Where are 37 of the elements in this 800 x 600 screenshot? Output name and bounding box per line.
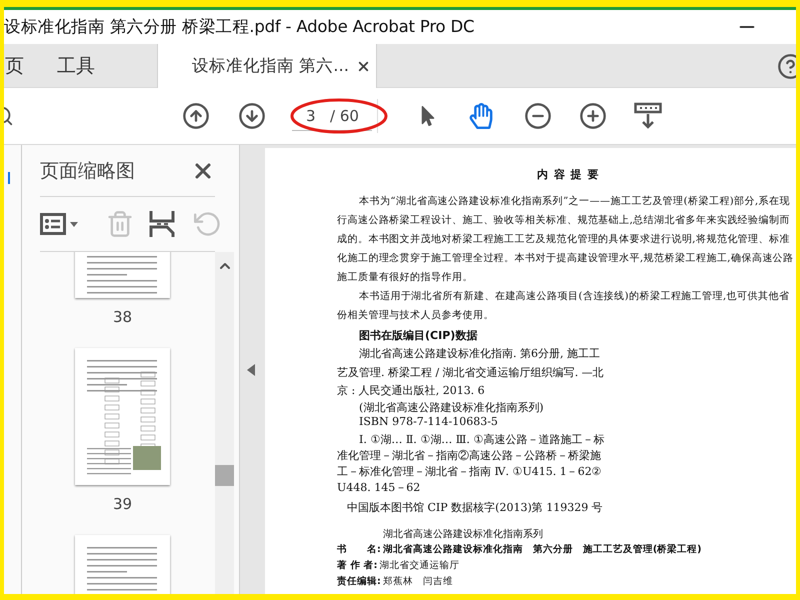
credit-label: 书 名: (337, 542, 381, 556)
cip-entry: 湖北省高速公路建设标准化指南. 第6分册, 施工工艺及管理. 桥梁工程 / 湖北省交通运输厅组织编写. —北京 : 人民交通出版社, 2013. 6 (337, 346, 605, 399)
extract-pages-icon[interactable] (148, 209, 176, 239)
window-title: 设标准化指南 第六分册 桥梁工程.pdf - Adobe Acrobat Pro DC (4, 16, 474, 38)
cip-number: 中国版本图书馆 CIP 数据核字(2013)第 119329 号 (347, 500, 603, 516)
help-icon[interactable] (777, 53, 796, 80)
series-note: (湖北省高速公路建设标准化指南系列) (359, 400, 544, 414)
hand-tool-icon[interactable] (468, 103, 494, 129)
credit-value: 郑蕉林 闫吉维 (382, 574, 453, 588)
panel-title: 页面缩略图 (40, 158, 135, 184)
collapse-arrow-icon[interactable] (247, 364, 255, 376)
zoom-in-icon[interactable] (579, 102, 607, 130)
tab[interactable]: 设标准化指南 第六... (157, 44, 377, 88)
previous-page-icon[interactable] (182, 102, 210, 130)
credit-value: 湖北省交通运输厅 (379, 558, 460, 572)
series-title: 湖北省高速公路建设标准化指南系列 (383, 528, 543, 542)
page-number: 39 (112, 495, 132, 513)
tab[interactable]: 工具 (56, 44, 95, 87)
isbn-text: ISBN 978-7-114-10683-5 (359, 414, 498, 428)
section-heading: 内 容 提 要 (537, 168, 600, 182)
page-thumbnail[interactable] (75, 348, 170, 485)
page-number: 38 (112, 308, 132, 326)
options-icon[interactable] (40, 213, 78, 235)
tab[interactable]: 页 (4, 44, 24, 87)
scrollbar-thumb[interactable] (215, 465, 234, 486)
classification-text: Ⅰ. ①湖… Ⅱ. ①湖… Ⅲ. ①高速公路－道路施工－标准化管理－湖北省－指南②高速公路－公路桥－桥梁施工－标准化管理－湖北省－指南 Ⅳ. ①U415. 1－62②U448. 145－62 (337, 432, 605, 496)
next-page-icon[interactable] (238, 102, 266, 130)
scroll-mode-icon[interactable] (634, 102, 662, 130)
credit-label: 著 作 者: (337, 558, 378, 572)
zoom-out-icon[interactable] (524, 102, 552, 130)
paragraph: 本书适用于湖北省所有新建、在建高速公路项目(含连接线)的桥梁工程施工管理,也可供其他省份相关管理与技术人员参考使用。 (337, 290, 790, 323)
paragraph: 本书为“湖北省高速公路建设标准化指南系列”之一——施工工艺及管理(桥梁工程)部分,系在现行高速公路桥梁工程设计、施工、验收等相关标准、规范基础上,总结湖北省多年来实践经验编制而成的。本书图文并茂地对桥梁工程施工工艺及规范化管理的具体要求进行说明,将规范化管理、标准化施工的理念贯穿于施工管理全过程。本书对于提高建设管理水平,规范桥梁工程施工,确保高速公路施工质量有很好的指导作用。 (337, 194, 795, 285)
credit-label: 责任编辑: (337, 574, 381, 588)
credit-value: 湖北省高速公路建设标准化指南 第六分册 施工工艺及管理(桥梁工程) (382, 542, 702, 556)
section-heading: 图书在版编目(CIP)数据 (359, 329, 478, 343)
scrollbar[interactable] (215, 252, 234, 594)
pane-indicator (8, 172, 10, 184)
